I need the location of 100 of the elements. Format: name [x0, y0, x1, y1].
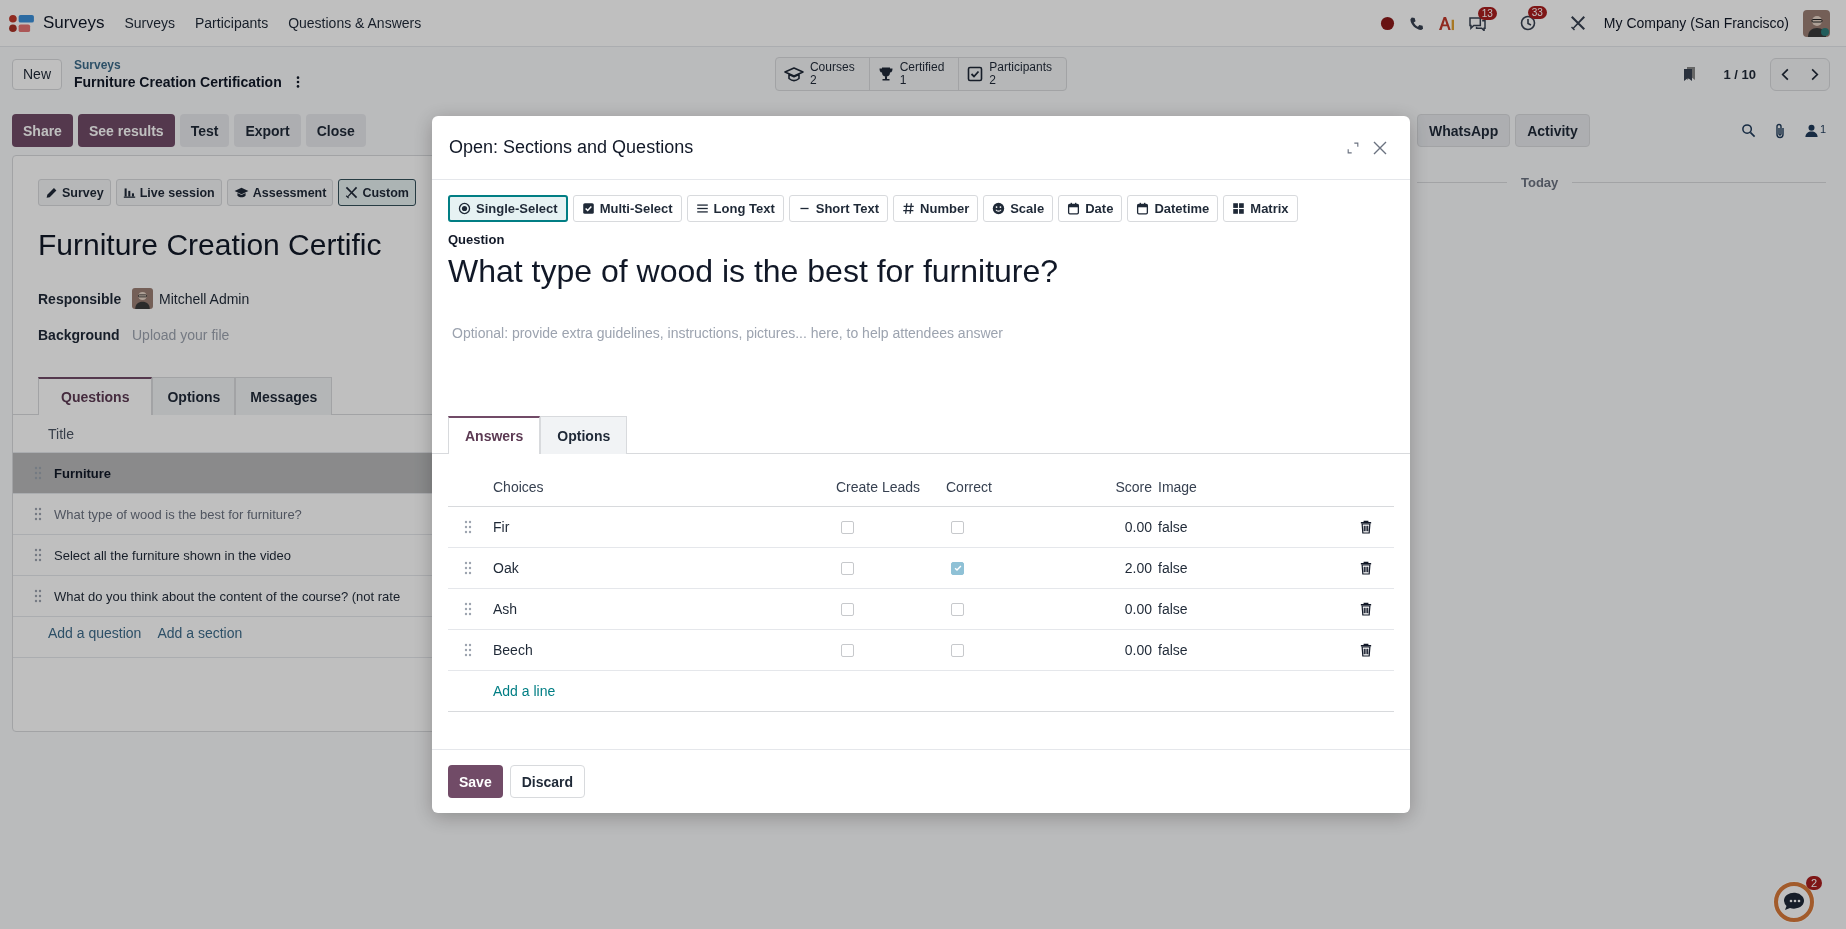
- notebook-tab[interactable]: Messages: [235, 377, 333, 415]
- chat-bubble-icon[interactable]: [1772, 880, 1816, 924]
- app-logo-icon[interactable]: [8, 12, 35, 34]
- checkbox[interactable]: [841, 561, 854, 575]
- question-type-button[interactable]: Number: [893, 195, 979, 222]
- question-type-button[interactable]: Long Text: [686, 195, 784, 222]
- record-icon[interactable]: [1379, 15, 1395, 31]
- survey-type-button[interactable]: Survey: [38, 179, 111, 206]
- trash-icon[interactable]: [1360, 561, 1372, 575]
- crossed-tools-icon[interactable]: [1569, 15, 1586, 31]
- menu-item[interactable]: Participants: [195, 15, 269, 31]
- user-avatar[interactable]: [1803, 9, 1830, 37]
- drag-handle-icon[interactable]: [464, 602, 472, 616]
- add-link[interactable]: Add a question: [48, 625, 142, 657]
- table-cell[interactable]: Beech: [488, 642, 836, 658]
- field-value[interactable]: Mitchell Admin: [159, 290, 250, 307]
- notebook-tab[interactable]: Options: [152, 377, 236, 415]
- phone-icon[interactable]: [1408, 15, 1424, 31]
- question-input[interactable]: What type of wood is the best for furniture?: [448, 253, 1394, 290]
- question-type-button[interactable]: Datetime: [1127, 195, 1219, 222]
- company-switcher[interactable]: My Company (San Francisco): [1603, 15, 1789, 31]
- survey-type-button[interactable]: Assessment: [226, 179, 334, 206]
- chatter-button[interactable]: Activity: [1515, 114, 1590, 147]
- lines-icon: [695, 202, 709, 215]
- action-button[interactable]: Share: [12, 114, 73, 147]
- action-button[interactable]: Test: [179, 114, 230, 147]
- checkbox[interactable]: [951, 561, 964, 575]
- drag-handle-icon[interactable]: [464, 520, 472, 534]
- checkbox[interactable]: [841, 643, 854, 657]
- trash-icon[interactable]: [1360, 643, 1372, 657]
- trash-icon[interactable]: [1360, 602, 1372, 616]
- question-type-button[interactable]: Date: [1058, 195, 1123, 222]
- person-icon[interactable]: [1803, 123, 1819, 138]
- column-header: Correct: [946, 479, 993, 495]
- trash-icon[interactable]: [1360, 520, 1372, 534]
- drag-handle-icon[interactable]: [464, 643, 472, 657]
- breadcrumb-link[interactable]: Surveys: [74, 58, 300, 72]
- chat-icon[interactable]: [1468, 15, 1486, 31]
- table-cell-text: false: [1157, 519, 1189, 535]
- menu-item[interactable]: Surveys: [124, 15, 175, 31]
- checkbox[interactable]: [951, 643, 964, 657]
- stat-button[interactable]: Participants 2: [958, 58, 1067, 90]
- notification-badge: 13: [1477, 6, 1497, 20]
- action-button[interactable]: Close: [305, 114, 366, 147]
- question-title[interactable]: What type of wood is the best for furniture?: [54, 506, 302, 522]
- section-title[interactable]: Furniture: [54, 465, 112, 481]
- question-type-button[interactable]: Matrix: [1223, 195, 1298, 222]
- follower-count[interactable]: 1: [1819, 123, 1826, 135]
- question-type-button[interactable]: Scale: [983, 195, 1054, 222]
- add-line-link[interactable]: Add a line: [493, 683, 556, 699]
- table-cell[interactable]: Fir: [488, 519, 836, 535]
- notebook-tab[interactable]: Questions: [38, 377, 153, 415]
- question-title[interactable]: Select all the furniture shown in the video: [54, 547, 292, 563]
- search-icon[interactable]: [1740, 123, 1756, 138]
- add-link[interactable]: Add a section: [157, 625, 243, 657]
- checkbox[interactable]: [841, 520, 854, 534]
- clock-icon[interactable]: [1519, 15, 1536, 31]
- drag-handle-icon[interactable]: [34, 507, 42, 521]
- column-header: Score: [1114, 479, 1152, 495]
- dialog-button[interactable]: Discard: [509, 765, 586, 798]
- drag-handle-icon[interactable]: [34, 589, 42, 603]
- table-cell-text: false: [1157, 642, 1189, 658]
- close-icon: [1372, 139, 1388, 156]
- table-cell[interactable]: Ash: [488, 601, 836, 617]
- drag-handle-icon[interactable]: [464, 561, 472, 575]
- stat-button[interactable]: Courses 2: [775, 58, 869, 90]
- notebook-tab[interactable]: Options: [540, 416, 628, 454]
- question-type-button[interactable]: Multi-Select: [572, 195, 682, 222]
- notebook-tab[interactable]: Answers: [448, 416, 541, 454]
- survey-type-button[interactable]: Custom: [338, 179, 416, 206]
- date-divider: Today: [1521, 175, 1559, 190]
- stat-button[interactable]: Certified 1: [868, 58, 959, 90]
- column-header: Choices: [492, 479, 545, 495]
- dialog-title: Open: Sections and Questions: [449, 137, 695, 158]
- dialog-button[interactable]: Save: [448, 765, 503, 798]
- question-type-button[interactable]: Short Text: [788, 195, 889, 222]
- checkbox[interactable]: [951, 602, 964, 616]
- table-cell[interactable]: Oak: [488, 560, 836, 576]
- checkbox[interactable]: [841, 602, 854, 616]
- action-button[interactable]: Export: [234, 114, 301, 147]
- new-button[interactable]: New: [12, 58, 62, 90]
- checkbox[interactable]: [951, 520, 964, 534]
- question-type-button[interactable]: Single-Select: [448, 195, 568, 222]
- notification-badge: 2: [1805, 876, 1822, 890]
- app-name[interactable]: Surveys: [43, 13, 105, 33]
- bookmark-icon[interactable]: [1681, 66, 1698, 82]
- paperclip-icon[interactable]: [1773, 122, 1786, 139]
- chatter-button[interactable]: WhatsApp: [1417, 114, 1511, 147]
- form-title: Furniture Creation Certific: [38, 228, 382, 262]
- pager-value[interactable]: 1 / 10: [1723, 66, 1756, 82]
- action-button[interactable]: See results: [77, 114, 175, 147]
- menu-item[interactable]: Questions & Answers: [288, 15, 422, 31]
- question-title[interactable]: What do you think about the content of the course? (not rate: [54, 588, 401, 604]
- calendar-icon: [1067, 202, 1081, 215]
- ai-icon[interactable]: [1437, 15, 1455, 31]
- survey-type-button[interactable]: Live session: [115, 179, 222, 206]
- drag-handle-icon[interactable]: [34, 548, 42, 562]
- trophy-icon: [877, 66, 894, 82]
- table-cell-text: 0.00: [1123, 642, 1152, 658]
- vertical-dots-icon[interactable]: [295, 75, 300, 89]
